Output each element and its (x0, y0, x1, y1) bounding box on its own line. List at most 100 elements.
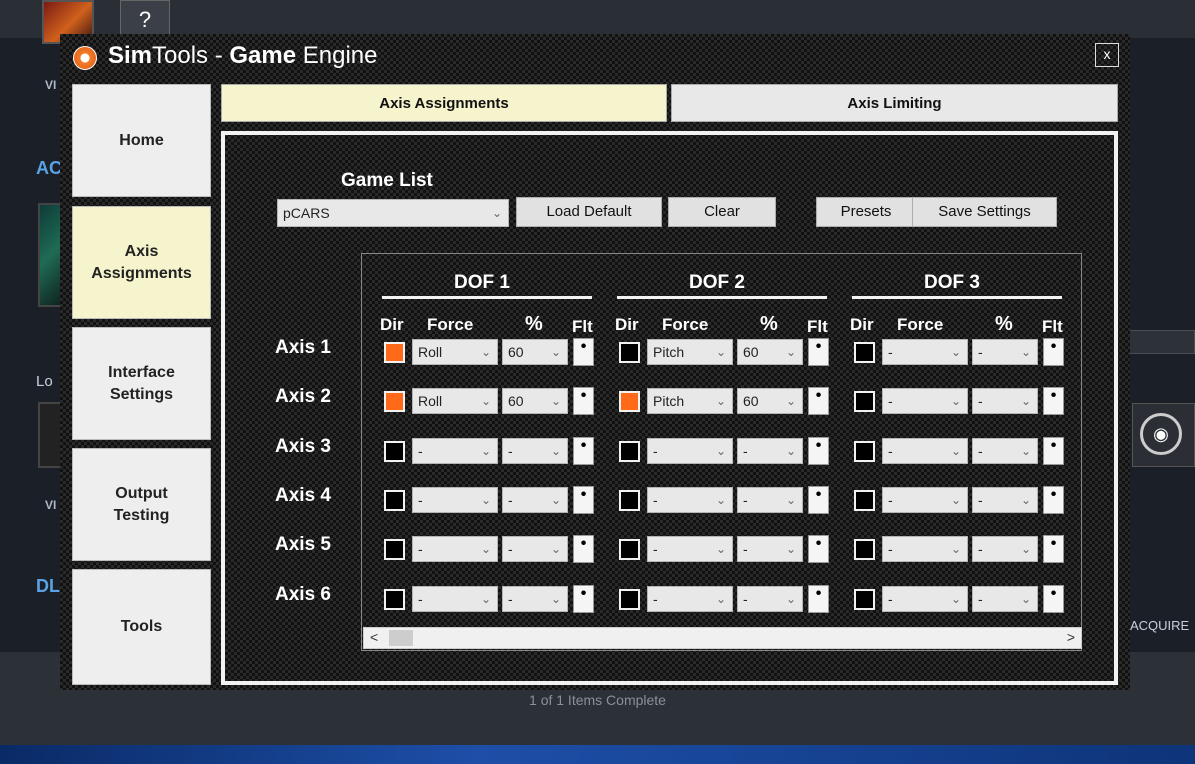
dof-divider (852, 296, 1062, 299)
direction-checkbox[interactable] (619, 391, 640, 412)
chevron-down-icon: ⌄ (1020, 444, 1031, 458)
percent-select[interactable]: - ⌄ (972, 339, 1038, 365)
nav-axis-assignments-button[interactable]: Axis Assignments (72, 206, 211, 319)
chevron-down-icon: ⌄ (550, 592, 561, 606)
percent-select-value: - (743, 443, 748, 459)
percent-select[interactable]: - ⌄ (502, 438, 568, 464)
force-select[interactable]: - ⌄ (882, 339, 968, 365)
force-select[interactable]: Roll ⌄ (412, 388, 498, 414)
direction-checkbox[interactable] (384, 441, 405, 462)
force-select[interactable]: - ⌄ (412, 536, 498, 562)
percent-select[interactable]: - ⌄ (502, 487, 568, 513)
filter-button[interactable]: • (1043, 585, 1064, 613)
direction-checkbox[interactable] (384, 589, 405, 610)
filter-button[interactable]: • (573, 585, 594, 613)
percent-select-value: - (978, 541, 983, 557)
chevron-down-icon: ⌄ (1020, 345, 1031, 359)
force-select[interactable]: Roll ⌄ (412, 339, 498, 365)
nav-home-button[interactable]: Home (72, 84, 211, 197)
direction-checkbox[interactable] (619, 490, 640, 511)
force-select[interactable]: - ⌄ (647, 536, 733, 562)
nav-interface-settings-button[interactable]: Interface Settings (72, 327, 211, 440)
help-button[interactable]: ? (120, 0, 170, 38)
direction-checkbox[interactable] (619, 441, 640, 462)
presets-button[interactable]: Presets (816, 197, 916, 227)
percent-select[interactable]: - ⌄ (737, 487, 803, 513)
direction-checkbox[interactable] (384, 342, 405, 363)
filter-button[interactable]: • (1043, 437, 1064, 465)
percent-select[interactable]: - ⌄ (972, 438, 1038, 464)
filter-button[interactable]: • (573, 486, 594, 514)
chevron-down-icon: ⌄ (480, 345, 491, 359)
filter-button[interactable]: • (1043, 338, 1064, 366)
force-select[interactable]: - ⌄ (647, 487, 733, 513)
direction-checkbox[interactable] (619, 342, 640, 363)
percent-select-value: - (508, 492, 513, 508)
filter-button[interactable]: • (573, 535, 594, 563)
percent-select[interactable]: - ⌄ (972, 388, 1038, 414)
force-select[interactable]: - ⌄ (647, 586, 733, 612)
filter-button[interactable]: • (1043, 535, 1064, 563)
force-select[interactable]: - ⌄ (412, 586, 498, 612)
direction-checkbox[interactable] (854, 490, 875, 511)
percent-select[interactable]: - ⌄ (737, 536, 803, 562)
direction-checkbox[interactable] (854, 589, 875, 610)
filter-button[interactable]: • (573, 338, 594, 366)
direction-checkbox[interactable] (854, 539, 875, 560)
chevron-right-icon[interactable]: > (1067, 629, 1075, 645)
filter-button[interactable]: • (1043, 486, 1064, 514)
horizontal-scrollbar[interactable]: < > (363, 627, 1082, 649)
game-list-label: Game List (341, 170, 433, 191)
filter-button[interactable]: • (1043, 387, 1064, 415)
filter-button[interactable]: • (573, 387, 594, 415)
force-select[interactable]: Pitch ⌄ (647, 388, 733, 414)
direction-checkbox[interactable] (384, 490, 405, 511)
percent-select[interactable]: - ⌄ (737, 586, 803, 612)
scrollbar-thumb[interactable] (389, 630, 413, 646)
percent-select[interactable]: - ⌄ (972, 487, 1038, 513)
force-select[interactable]: - ⌄ (647, 438, 733, 464)
percent-select[interactable]: 60 ⌄ (737, 339, 803, 365)
nav-output-testing-button[interactable]: Output Testing (72, 448, 211, 561)
percent-select[interactable]: - ⌄ (972, 586, 1038, 612)
percent-select[interactable]: - ⌄ (502, 536, 568, 562)
clear-button[interactable]: Clear (668, 197, 776, 227)
game-list-select[interactable]: pCARS ⌄ (277, 199, 509, 227)
force-select[interactable]: - ⌄ (412, 487, 498, 513)
direction-checkbox[interactable] (854, 441, 875, 462)
filter-button[interactable]: • (573, 437, 594, 465)
close-button[interactable]: x (1095, 43, 1119, 67)
dof-header: DOF 3 (924, 272, 980, 293)
force-select[interactable]: - ⌄ (882, 586, 968, 612)
force-select[interactable]: - ⌄ (882, 536, 968, 562)
percent-select[interactable]: - ⌄ (737, 438, 803, 464)
filter-button[interactable]: • (808, 387, 829, 415)
direction-checkbox[interactable] (854, 342, 875, 363)
percent-select[interactable]: 60 ⌄ (737, 388, 803, 414)
filter-button[interactable]: • (808, 535, 829, 563)
force-select[interactable]: - ⌄ (882, 487, 968, 513)
save-settings-button[interactable]: Save Settings (912, 197, 1057, 227)
direction-checkbox[interactable] (854, 391, 875, 412)
percent-select[interactable]: - ⌄ (972, 536, 1038, 562)
load-default-button[interactable]: Load Default (516, 197, 662, 227)
direction-checkbox[interactable] (384, 539, 405, 560)
force-select[interactable]: - ⌄ (412, 438, 498, 464)
force-select[interactable]: Pitch ⌄ (647, 339, 733, 365)
force-select[interactable]: - ⌄ (882, 438, 968, 464)
chevron-left-icon[interactable]: < (370, 629, 378, 645)
tab-axis-assignments[interactable]: Axis Assignments (221, 84, 667, 122)
filter-button[interactable]: • (808, 437, 829, 465)
filter-button[interactable]: • (808, 486, 829, 514)
force-select[interactable]: - ⌄ (882, 388, 968, 414)
percent-select[interactable]: 60 ⌄ (502, 339, 568, 365)
filter-button[interactable]: • (808, 338, 829, 366)
filter-button[interactable]: • (808, 585, 829, 613)
percent-select[interactable]: - ⌄ (502, 586, 568, 612)
percent-select[interactable]: 60 ⌄ (502, 388, 568, 414)
direction-checkbox[interactable] (619, 589, 640, 610)
direction-checkbox[interactable] (384, 391, 405, 412)
direction-checkbox[interactable] (619, 539, 640, 560)
nav-tools-button[interactable]: Tools (72, 569, 211, 685)
tab-axis-limiting[interactable]: Axis Limiting (671, 84, 1118, 122)
